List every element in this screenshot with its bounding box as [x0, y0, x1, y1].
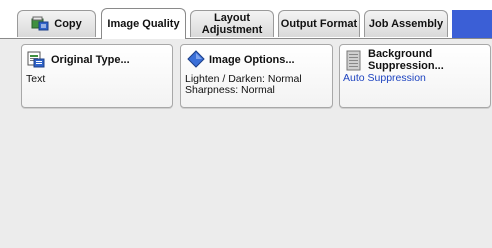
tab-bar: Copy Image Quality Layout Adjustment Out… [0, 0, 492, 39]
tab-copy[interactable]: Copy [17, 10, 96, 37]
original-type-button[interactable]: Original Type... Text [21, 44, 173, 108]
image-options-sharpness: Sharpness: Normal [185, 84, 275, 96]
image-options-icon [187, 50, 205, 73]
tab-output-format[interactable]: Output Format [278, 10, 360, 37]
original-type-title: Original Type... [51, 54, 130, 66]
background-suppression-button[interactable]: Background Suppression... Auto Suppressi… [339, 44, 491, 108]
original-type-icon [27, 50, 45, 73]
tab-layout-adjustment-label: Layout Adjustment [201, 12, 263, 36]
tab-layout-adjustment[interactable]: Layout Adjustment [190, 10, 274, 37]
tab-image-quality-label: Image Quality [107, 18, 180, 30]
background-suppression-title-1: Background [368, 48, 433, 60]
tab-bar-accent [452, 10, 492, 38]
background-suppression-value: Auto Suppression [343, 72, 426, 84]
background-suppression-title-2: Suppression... [368, 60, 444, 72]
tab-job-assembly[interactable]: Job Assembly [364, 10, 448, 37]
copy-icon [31, 15, 49, 34]
image-options-button[interactable]: Image Options... Lighten / Darken: Norma… [180, 44, 333, 108]
tab-copy-label: Copy [54, 18, 82, 30]
image-options-title: Image Options... [209, 54, 295, 66]
tab-image-quality[interactable]: Image Quality [101, 8, 186, 39]
original-type-value: Text [26, 73, 46, 85]
tab-job-assembly-label: Job Assembly [368, 18, 444, 30]
tab-output-format-label: Output Format [280, 18, 358, 30]
